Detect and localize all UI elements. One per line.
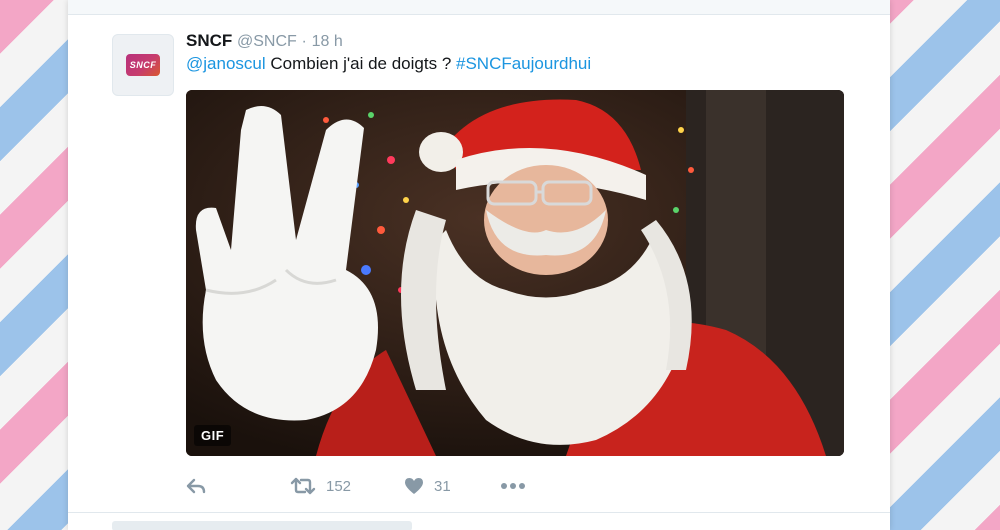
tweet-actions: 152 31 (186, 474, 526, 498)
santa-gif-image (186, 90, 844, 456)
gif-media[interactable]: GIF (186, 90, 844, 456)
like-button[interactable]: 31 (404, 477, 500, 495)
more-icon (501, 483, 525, 489)
user-handle[interactable]: @SNCF (237, 33, 297, 50)
like-count: 31 (434, 477, 451, 495)
tweet-card: SNCF SNCF @SNCF · 18 h @janoscul Combien… (68, 0, 890, 530)
retweet-button[interactable]: 152 (290, 477, 404, 495)
retweet-count: 152 (326, 477, 352, 495)
previous-tweet-edge (68, 0, 890, 15)
hashtag-link[interactable]: #SNCFaujourdhui (456, 54, 591, 73)
avatar[interactable]: SNCF (112, 34, 174, 96)
tweet-text: @janoscul Combien j'ai de doigts ? #SNCF… (186, 54, 591, 74)
reply-icon (186, 478, 206, 494)
retweet-icon (290, 477, 316, 495)
separator-dot: · (301, 33, 307, 50)
tweet-body: Combien j'ai de doigts ? (265, 54, 456, 73)
reply-button[interactable] (186, 478, 290, 494)
display-name[interactable]: SNCF (186, 31, 232, 50)
heart-icon (405, 478, 423, 494)
tweet-header: SNCF @SNCF · 18 h (186, 31, 343, 51)
gif-badge: GIF (194, 425, 232, 446)
next-tweet-placeholder (112, 521, 412, 530)
more-button[interactable] (500, 482, 526, 490)
sncf-logo: SNCF (126, 54, 160, 76)
mention-link[interactable]: @janoscul (186, 54, 266, 73)
timestamp[interactable]: 18 h (312, 33, 343, 50)
next-tweet-edge (68, 512, 890, 530)
